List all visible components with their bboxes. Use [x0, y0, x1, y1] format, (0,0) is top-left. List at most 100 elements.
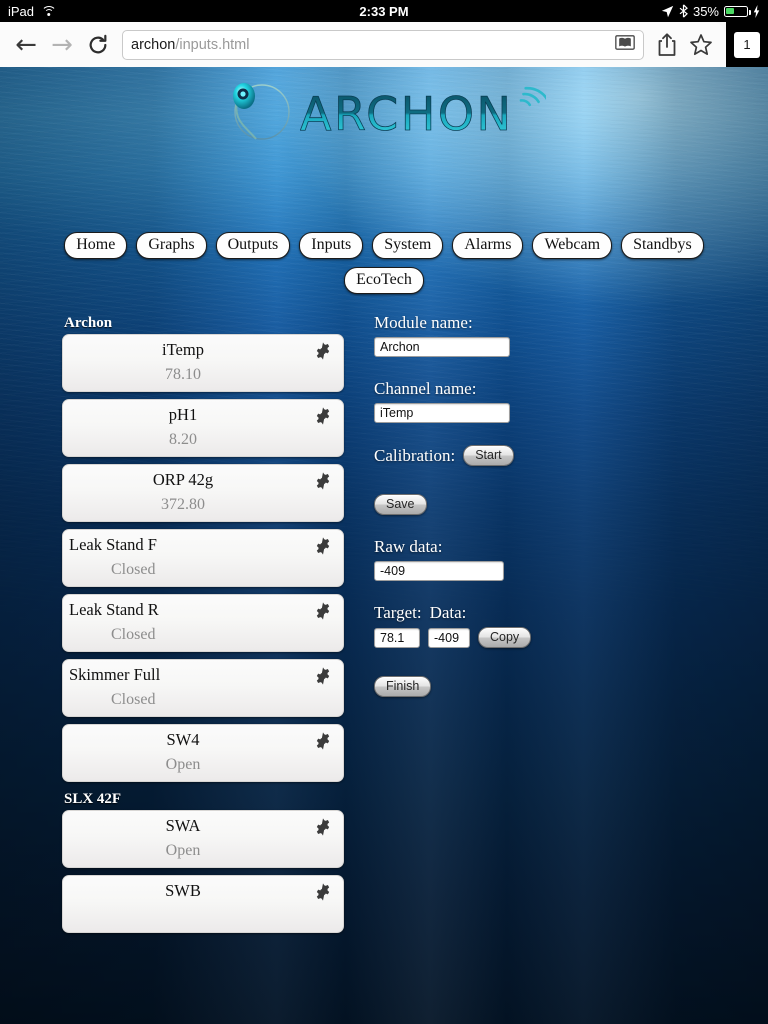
share-button[interactable]	[650, 27, 684, 63]
gear-icon[interactable]	[313, 666, 333, 686]
raw-data-label: Raw data:	[374, 537, 443, 556]
channel-value: 78.10	[165, 366, 201, 383]
nav-item-ecotech[interactable]: EcoTech	[344, 267, 424, 294]
channel-name: Leak Stand R	[69, 600, 159, 619]
channel-name-input[interactable]: iTemp	[374, 403, 510, 423]
site-logo: ARCHON	[0, 77, 768, 147]
channel-name: iTemp	[162, 340, 204, 359]
nav-item-alarms[interactable]: Alarms	[452, 232, 524, 259]
channel-name: Skimmer Full	[69, 665, 161, 684]
nav-item-home[interactable]: Home	[64, 232, 128, 259]
address-bar[interactable]: archon /inputs.html	[122, 29, 644, 60]
channel-list-item[interactable]: pH1 8.20	[62, 399, 344, 457]
browser-toolbar-main: ← → archon /inputs.html	[0, 22, 726, 67]
start-calibration-button[interactable]: Start	[463, 445, 514, 466]
data-label: Data:	[429, 603, 467, 622]
copy-button[interactable]: Copy	[478, 627, 532, 648]
status-bar-clock: 2:33 PM	[359, 3, 409, 19]
reload-icon	[89, 34, 107, 53]
lightning-bolt-icon	[753, 4, 760, 18]
share-icon	[658, 32, 676, 56]
status-bar-right: 35%	[661, 4, 760, 19]
raw-data-input[interactable]: -409	[374, 561, 504, 581]
nav-item-graphs[interactable]: Graphs	[136, 232, 207, 259]
url-host: archon	[131, 36, 176, 53]
back-arrow-icon: ←	[15, 29, 37, 60]
gear-icon[interactable]	[313, 601, 333, 621]
target-input[interactable]: 78.1	[374, 627, 420, 648]
gear-icon[interactable]	[313, 341, 333, 361]
web-page-content: ARCHON Home Graphs Outputs Inputs System…	[0, 67, 768, 1024]
target-label: Target:	[374, 603, 422, 622]
reload-button[interactable]	[80, 27, 116, 63]
gear-icon[interactable]	[313, 536, 333, 556]
nav-item-system[interactable]: System	[372, 232, 444, 259]
channel-list-item[interactable]: Leak Stand R Closed	[62, 594, 344, 652]
channel-value: Open	[165, 842, 201, 859]
finish-row: Finish	[374, 676, 714, 697]
gear-icon[interactable]	[313, 471, 333, 491]
target-data-labels: Target: Data:	[374, 603, 714, 623]
svg-text:ARCHON: ARCHON	[300, 87, 513, 141]
nav-item-inputs[interactable]: Inputs	[299, 232, 364, 259]
ios-status-bar: iPad 2:33 PM 35%	[0, 0, 768, 22]
target-data-row: 78.1 -409 Copy	[374, 627, 714, 648]
star-icon	[690, 33, 712, 55]
channel-name: SW4	[166, 730, 200, 749]
channel-list-item[interactable]: ORP 42g 372.80	[62, 464, 344, 522]
browser-toolbar: ← → archon /inputs.html 1	[0, 22, 768, 67]
channel-list-item[interactable]: SW4 Open	[62, 724, 344, 782]
channel-value: Closed	[111, 626, 156, 643]
channel-value: Closed	[111, 561, 156, 578]
forward-arrow-icon: →	[51, 29, 73, 60]
status-bar-left: iPad	[8, 3, 57, 19]
tab-count-label: 1	[734, 31, 760, 58]
channel-list-item[interactable]: Leak Stand F Closed	[62, 529, 344, 587]
channel-list: Archon iTemp 78.10 pH1 8.20 ORP 42g 372.80 Leak…	[62, 313, 344, 940]
module-name-input[interactable]: Archon	[374, 337, 510, 357]
battery-percent-label: 35%	[692, 3, 719, 19]
channel-settings-form: Module name: Archon Channel name: iTemp …	[374, 313, 714, 697]
site-navigation: Home Graphs Outputs Inputs System Alarms…	[0, 232, 768, 302]
gear-icon[interactable]	[313, 882, 333, 902]
nav-item-standbys[interactable]: Standbys	[621, 232, 704, 259]
channel-name: SWA	[165, 816, 201, 835]
channel-name: ORP 42g	[152, 470, 214, 489]
nav-row-secondary: EcoTech	[0, 267, 768, 294]
channel-name-label: Channel name:	[374, 379, 477, 398]
archon-circle-icon	[222, 79, 296, 145]
gear-icon[interactable]	[313, 731, 333, 751]
nav-row-primary: Home Graphs Outputs Inputs System Alarms…	[0, 232, 768, 259]
finish-button[interactable]: Finish	[374, 676, 432, 697]
channel-value: Closed	[111, 691, 156, 708]
wifi-icon	[41, 5, 57, 17]
device-label: iPad	[8, 3, 35, 19]
data-input[interactable]: -409	[428, 627, 470, 648]
channel-list-item[interactable]: Skimmer Full Closed	[62, 659, 344, 717]
nav-item-outputs[interactable]: Outputs	[215, 232, 291, 259]
channel-value: 8.20	[169, 431, 197, 448]
channel-value: 372.80	[161, 496, 205, 513]
location-arrow-icon	[661, 5, 674, 17]
nav-item-webcam[interactable]: Webcam	[532, 232, 613, 259]
reader-view-icon	[615, 35, 635, 50]
back-button[interactable]: ←	[8, 27, 44, 63]
channel-list-item[interactable]: SWB	[62, 875, 344, 933]
bookmarks-button[interactable]	[684, 27, 718, 63]
signal-waves-icon	[519, 86, 549, 107]
channel-value: Open	[165, 756, 201, 773]
reader-view-button[interactable]	[615, 35, 635, 54]
forward-button[interactable]: →	[44, 27, 80, 63]
tab-count-button[interactable]: 1	[726, 22, 768, 67]
channel-group-header: SLX 42F	[64, 791, 122, 807]
battery-icon	[724, 5, 751, 17]
channel-list-item[interactable]: SWA Open	[62, 810, 344, 868]
channel-name: Leak Stand F	[69, 535, 157, 554]
channel-list-item[interactable]: iTemp 78.10	[62, 334, 344, 392]
save-button[interactable]: Save	[374, 494, 427, 515]
url-path: /inputs.html	[175, 36, 250, 53]
channel-name: pH1	[168, 405, 198, 424]
gear-icon[interactable]	[313, 406, 333, 426]
gear-icon[interactable]	[313, 817, 333, 837]
module-name-label: Module name:	[374, 313, 473, 332]
